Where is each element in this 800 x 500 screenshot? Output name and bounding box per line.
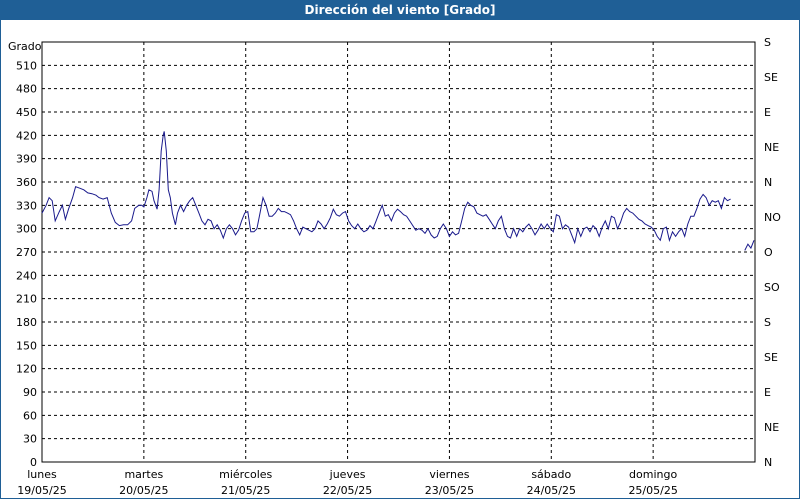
y-tick-label: 120 [16, 363, 37, 376]
series-lines [41, 131, 755, 251]
x-tick-day: sábado [531, 468, 571, 481]
line-chart: Grado 0306090120150180210240270300330360… [8, 36, 781, 497]
y-tick-label: 90 [23, 386, 37, 399]
series-line-2 [744, 240, 755, 251]
x-tick-day: domingo [629, 468, 677, 481]
grid-lines [42, 42, 755, 462]
y-tick-label: 390 [16, 153, 37, 166]
y2-axis-ticks: N NE E SE S SO O NO N NE E SE S [764, 36, 781, 469]
x-tick-date: 24/05/25 [527, 484, 576, 497]
y-tick-label: 420 [16, 129, 37, 142]
x-tick-day: jueves [329, 468, 366, 481]
y2-tick-label: NE [764, 141, 779, 154]
x-tick-date: 19/05/25 [17, 484, 66, 497]
y-tick-label: 150 [16, 339, 37, 352]
y-tick-label: 60 [23, 409, 37, 422]
y2-tick-label: NO [764, 211, 781, 224]
y-tick-label: 30 [23, 433, 37, 446]
x-tick-day: viernes [429, 468, 469, 481]
y-tick-label: 210 [16, 293, 37, 306]
x-tick-date: 25/05/25 [628, 484, 677, 497]
y-axis-label: Grado [8, 40, 42, 53]
y-tick-label: 180 [16, 316, 37, 329]
x-tick-date: 23/05/25 [425, 484, 474, 497]
y2-tick-label: SE [764, 351, 778, 364]
y-tick-label: 240 [16, 269, 37, 282]
x-tick-day: miércoles [219, 468, 272, 481]
y-tick-label: 330 [16, 199, 37, 212]
series-line-1 [41, 131, 731, 245]
y-tick-label: 360 [16, 176, 37, 189]
y2-tick-label: SE [764, 71, 778, 84]
y2-tick-label: E [764, 106, 771, 119]
y2-tick-label: S [764, 316, 771, 329]
x-tick-day: martes [124, 468, 163, 481]
y-tick-label: 450 [16, 106, 37, 119]
y2-tick-label: S [764, 36, 771, 49]
y2-tick-label: N [764, 456, 772, 469]
x-axis-ticks: lunes 19/05/25 martes 20/05/25 miércoles 21/0… [17, 468, 678, 497]
y2-tick-label: NE [764, 421, 779, 434]
x-tick-day: lunes [27, 468, 57, 481]
y2-tick-label: E [764, 386, 771, 399]
y2-tick-label: O [764, 246, 773, 259]
y-tick-label: 480 [16, 83, 37, 96]
x-tick-date: 22/05/25 [323, 484, 372, 497]
y2-tick-label: N [764, 176, 772, 189]
y-tick-label: 510 [16, 59, 37, 72]
x-tick-date: 20/05/25 [119, 484, 168, 497]
x-tick-date: 21/05/25 [221, 484, 270, 497]
y-tick-label: 270 [16, 246, 37, 259]
y-tick-label: 300 [16, 223, 37, 236]
y2-tick-label: SO [764, 281, 780, 294]
y-axis-ticks: 0306090120150180210240270300330360390420… [16, 59, 37, 469]
